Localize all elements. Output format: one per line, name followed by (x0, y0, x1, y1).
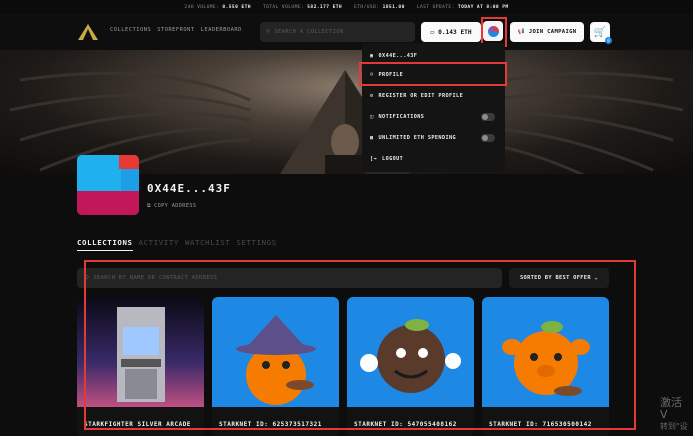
wallet-icon: ▣ (370, 53, 374, 59)
menu-item-profile[interactable]: ☺ PROFILE (370, 72, 403, 78)
sort-dropdown[interactable]: SORTED BY BEST OFFER ⌄ (509, 268, 609, 288)
menu-item-address[interactable]: ▣ 0X44E...43F (370, 53, 417, 59)
megaphone-icon: 📢 (517, 29, 525, 35)
settings-icon: ⚙ (370, 93, 374, 99)
stat-24h-volume: 24H VOLUME: 0.550 ETH (184, 4, 251, 10)
cart-button[interactable]: 🛒 0 (590, 22, 612, 44)
stat-last-update: LAST UPDATE: TODAY AT 8:00 PM (416, 4, 509, 10)
nft-search-input[interactable]: ⚲ SEARCH BY NAME OR CONTRACT ADDRESS (77, 268, 502, 288)
nft-card[interactable]: STARKNET ID: 716530500142 (482, 297, 609, 436)
chevron-down-icon: ⌄ (590, 275, 598, 281)
starknet-mascot-image (482, 297, 609, 407)
join-campaign-button[interactable]: 📢 JOIN CAMPAIGN (510, 22, 584, 42)
user-icon: ☺ (370, 72, 374, 78)
activation-watermark: 激活 V 转到"设 (660, 396, 688, 432)
cart-icon: 🛒 (593, 26, 607, 38)
tab-watchlist[interactable]: WATCHLIST (185, 238, 230, 251)
tab-activity[interactable]: ACTIVITY (139, 238, 179, 251)
unlimited-eth-toggle[interactable] (481, 134, 495, 142)
bell-icon: ◫ (370, 114, 374, 120)
copy-address-button[interactable]: ⧉ COPY ADDRESS (147, 203, 196, 210)
account-avatar-button[interactable] (483, 21, 503, 41)
cart-count-badge: 0 (605, 37, 612, 44)
menu-item-notifications[interactable]: ◫ NOTIFICATIONS (370, 114, 497, 120)
wallet-balance-button[interactable]: ▭ 0.143 ETH (421, 22, 481, 42)
brand-logo[interactable] (78, 24, 98, 40)
menu-item-logout[interactable]: [→ LOGOUT (370, 156, 403, 162)
notifications-toggle[interactable] (481, 113, 495, 121)
nft-card-title: STARKNET ID: 547055408162 (354, 421, 457, 428)
search-icon: ⚲ (266, 29, 271, 35)
stats-bar: 24H VOLUME: 0.550 ETH TOTAL VOLUME: 582.… (0, 0, 693, 14)
tab-settings[interactable]: SETTINGS (236, 238, 276, 251)
nav-link-storefront[interactable]: STOREFRONT (157, 27, 194, 33)
wallet-icon: ▭ (430, 28, 435, 36)
menu-item-edit-profile[interactable]: ⚙ REGISTER OR EDIT PROFILE (370, 93, 463, 99)
profile-avatar (77, 155, 139, 215)
nft-card-title: STARKNET ID: 716530500142 (489, 421, 592, 428)
collection-search-input[interactable]: ⚲ SEARCH A COLLECTION (260, 22, 415, 42)
stat-eth-usd: ETH/USD: 1851.00 (354, 4, 405, 10)
starknet-mascot-image (347, 297, 474, 407)
menu-item-unlimited-eth[interactable]: ▩ UNLIMITED ETH SPENDING (370, 135, 456, 141)
nft-card[interactable]: STARKNET ID: 547055408162 (347, 297, 474, 436)
starknet-mascot-image (212, 297, 339, 407)
account-dropdown-menu: ▣ 0X44E...43F ☺ PROFILE ⚙ REGISTER OR EDIT … (362, 43, 505, 172)
nft-card-title: STARKNET ID: 625373517321 (219, 421, 322, 428)
top-navbar: COLLECTIONS STOREFRONT LEADERBOARD ⚲ SEA… (0, 14, 693, 50)
tab-collections[interactable]: COLLECTIONS (77, 238, 133, 251)
search-icon: ⚲ (85, 275, 90, 281)
copy-icon: ⧉ (147, 203, 152, 209)
nft-card[interactable]: STARKNET ID: 625373517321 (212, 297, 339, 436)
nav-link-leaderboard[interactable]: LEADERBOARD (201, 27, 242, 33)
logout-icon: [→ (370, 156, 378, 162)
profile-tabs: COLLECTIONS ACTIVITY WATCHLIST SETTINGS (77, 238, 277, 251)
nft-card-title: STARKFIGHTER SILVER ARCADE (84, 421, 191, 428)
eth-icon: ▩ (370, 135, 374, 141)
nft-card[interactable]: STARKFIGHTER SILVER ARCADE (77, 297, 204, 436)
arcade-cabinet-image (77, 297, 204, 407)
nav-links: COLLECTIONS STOREFRONT LEADERBOARD (110, 27, 242, 33)
stat-total-volume: TOTAL VOLUME: 582.177 ETH (262, 4, 343, 10)
profile-username: 0X44E...43F (147, 182, 231, 195)
nav-link-collections[interactable]: COLLECTIONS (110, 27, 151, 33)
avatar (487, 25, 499, 37)
